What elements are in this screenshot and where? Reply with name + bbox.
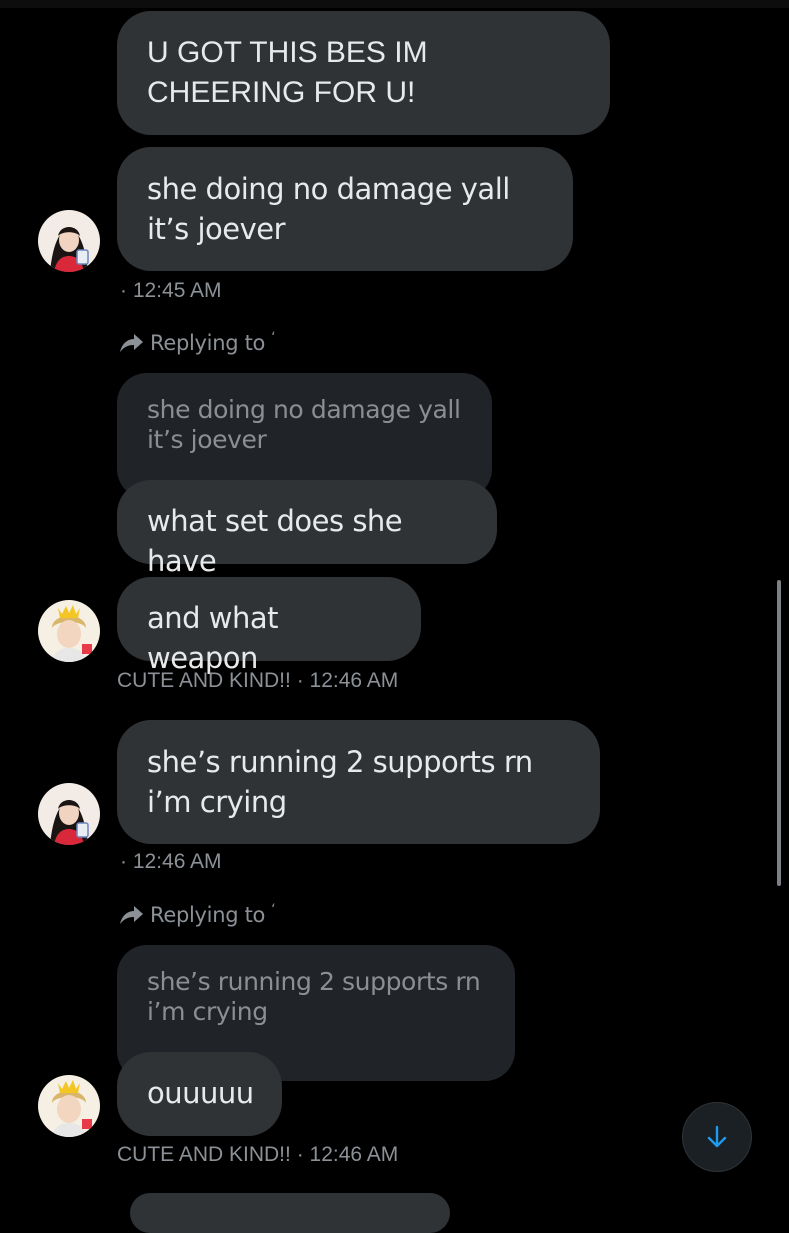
message-bubble[interactable]: what set does she have (117, 480, 497, 578)
message-text: what set does she have (147, 504, 403, 578)
avatar-girl-icon (38, 783, 100, 845)
replying-to-label[interactable]: Replying to ‘ (118, 902, 276, 927)
message-bubble-partial[interactable] (130, 1193, 450, 1233)
avatar-boy-icon (38, 600, 100, 662)
reply-label: Replying to (150, 903, 266, 927)
reply-handle: ‘ (271, 330, 276, 346)
quoted-text: she’s running 2 supports rn i’m crying (147, 967, 481, 1026)
message-bubble[interactable]: she’s running 2 supports rn i’m crying (117, 720, 600, 844)
scroll-to-bottom-button[interactable] (682, 1102, 752, 1172)
avatar-sender-boy[interactable] (38, 1075, 100, 1137)
reply-arrow-icon (120, 906, 143, 924)
arrow-down-icon (707, 1125, 727, 1148)
reply-handle: ‘ (271, 902, 276, 918)
message-text: ouuuuu (147, 1076, 254, 1110)
message-bubble[interactable]: ouuuuu (117, 1052, 282, 1136)
reply-arrow-icon (120, 334, 143, 352)
message-timestamp: · 12:45 AM (120, 279, 222, 302)
scrollbar-thumb[interactable] (777, 580, 781, 886)
message-text: U GOT THIS BES IM CHEERING FOR U! (147, 36, 428, 109)
quoted-text: she doing no damage yall it’s joever (147, 395, 461, 454)
message-timestamp: · 12:46 AM (120, 850, 222, 873)
message-sender-time: CUTE AND KIND!! · 12:46 AM (117, 669, 399, 692)
avatar-sender-girl[interactable] (38, 210, 100, 272)
top-edge (0, 0, 789, 8)
message-bubble[interactable]: and what weapon (117, 577, 421, 675)
avatar-sender-boy[interactable] (38, 600, 100, 662)
message-bubble[interactable]: U GOT THIS BES IM CHEERING FOR U! (117, 11, 610, 135)
avatar-boy-icon (38, 1075, 100, 1137)
avatar-girl-icon (38, 210, 100, 272)
replying-to-label[interactable]: Replying to ‘ (118, 330, 276, 355)
message-text: and what weapon (147, 601, 279, 675)
reply-label: Replying to (150, 331, 266, 355)
avatar-sender-girl[interactable] (38, 783, 100, 845)
message-text: she doing no damage yall it’s joever (147, 172, 510, 246)
message-bubble[interactable]: she doing no damage yall it’s joever (117, 147, 573, 271)
message-text: she’s running 2 supports rn i’m crying (147, 745, 533, 819)
message-sender-time: CUTE AND KIND!! · 12:46 AM (117, 1143, 399, 1166)
